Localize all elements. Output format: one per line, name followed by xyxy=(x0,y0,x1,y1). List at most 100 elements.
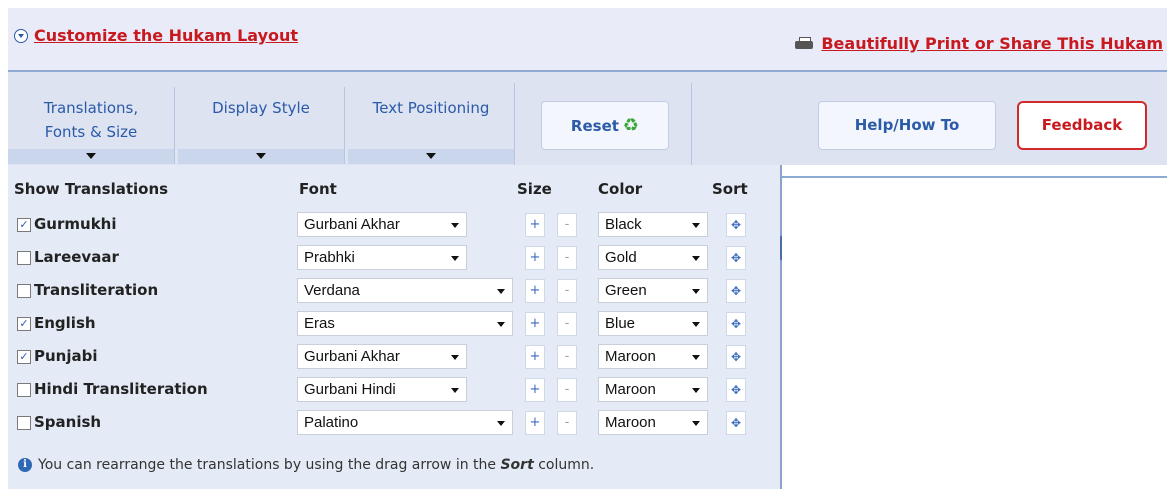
print-share-link[interactable]: Beautifully Print or Share This Hukam xyxy=(795,34,1163,53)
translation-row: ✓ English Eras + - Blue ✥ xyxy=(8,308,780,340)
translation-label: Gurmukhi xyxy=(34,215,117,233)
chevron-down-icon xyxy=(692,355,700,360)
translation-row: ✓ Gurmukhi Gurbani Akhar + - Black ✥ xyxy=(8,209,780,241)
info-emph: Sort xyxy=(500,457,534,473)
font-select[interactable]: Eras xyxy=(297,311,513,336)
sort-drag-handle[interactable]: ✥ xyxy=(726,345,746,369)
top-bar: Customize the Hukam Layout Beautifully P… xyxy=(8,8,1167,70)
size-decrease-button[interactable]: - xyxy=(557,279,577,303)
color-select[interactable]: Black xyxy=(598,212,708,237)
customize-label[interactable]: Customize the Hukam Layout xyxy=(34,26,298,45)
sort-drag-handle[interactable]: ✥ xyxy=(726,246,746,270)
color-select[interactable]: Green xyxy=(598,278,708,303)
sort-drag-handle[interactable]: ✥ xyxy=(726,378,746,402)
chevron-down-icon xyxy=(692,388,700,393)
chevron-down-icon xyxy=(497,289,505,294)
color-select[interactable]: Maroon xyxy=(598,377,708,402)
translation-row: ✓ Punjabi Gurbani Akhar + - Maroon ✥ xyxy=(8,341,780,373)
show-checkbox[interactable] xyxy=(17,284,31,298)
font-select[interactable]: Prabhki xyxy=(297,245,467,270)
color-select[interactable]: Gold xyxy=(598,245,708,270)
tab-display-style[interactable]: Display Style xyxy=(178,87,345,164)
chevron-down-icon xyxy=(692,289,700,294)
font-select[interactable]: Palatino xyxy=(297,410,513,435)
font-select[interactable]: Verdana xyxy=(297,278,513,303)
font-select[interactable]: Gurbani Akhar xyxy=(297,212,467,237)
print-share-label[interactable]: Beautifully Print or Share This Hukam xyxy=(821,34,1163,53)
sort-drag-handle[interactable]: ✥ xyxy=(726,279,746,303)
show-checkbox[interactable] xyxy=(17,251,31,265)
size-increase-button[interactable]: + xyxy=(525,246,545,270)
header-sort: Sort xyxy=(712,180,748,198)
size-decrease-button[interactable]: - xyxy=(557,345,577,369)
font-value: Gurbani Hindi xyxy=(304,381,396,398)
feedback-button[interactable]: Feedback xyxy=(1017,101,1147,150)
color-value: Blue xyxy=(605,315,636,332)
chevron-down-icon[interactable] xyxy=(178,149,344,164)
size-increase-button[interactable]: + xyxy=(525,312,545,336)
show-checkbox[interactable] xyxy=(17,383,31,397)
sort-drag-handle[interactable]: ✥ xyxy=(726,312,746,336)
font-value: Prabhki xyxy=(304,249,355,266)
help-label: Help/How To xyxy=(854,116,960,134)
font-value: Eras xyxy=(304,315,335,332)
color-select[interactable]: Blue xyxy=(598,311,708,336)
translation-row: Spanish Palatino + - Maroon ✥ xyxy=(8,407,780,439)
header-size: Size xyxy=(517,180,552,198)
translation-label: Punjabi xyxy=(34,347,98,365)
translation-row: Lareevaar Prabhki + - Gold ✥ xyxy=(8,242,780,274)
color-select[interactable]: Maroon xyxy=(598,344,708,369)
chevron-down-icon[interactable] xyxy=(348,149,514,164)
sort-drag-handle[interactable]: ✥ xyxy=(726,213,746,237)
translation-label: Hindi Transliteration xyxy=(34,380,208,398)
tab-text-positioning[interactable]: Text Positioning xyxy=(348,87,515,164)
color-value: Maroon xyxy=(605,381,656,398)
size-decrease-button[interactable]: - xyxy=(557,213,577,237)
chevron-down-icon[interactable] xyxy=(8,149,174,164)
color-value: Black xyxy=(605,216,642,233)
sort-drag-handle[interactable]: ✥ xyxy=(726,411,746,435)
show-checkbox[interactable]: ✓ xyxy=(17,218,31,232)
translation-label: Lareevaar xyxy=(34,248,119,266)
chevron-down-icon xyxy=(692,421,700,426)
chevron-down-icon xyxy=(451,256,459,261)
size-decrease-button[interactable]: - xyxy=(557,411,577,435)
expand-circle-icon[interactable] xyxy=(14,28,28,43)
help-button[interactable]: Help/How To xyxy=(818,101,996,150)
printer-icon[interactable] xyxy=(795,36,814,51)
reset-button[interactable]: Reset ♻ xyxy=(541,101,669,150)
show-checkbox[interactable]: ✓ xyxy=(17,350,31,364)
font-select[interactable]: Gurbani Hindi xyxy=(297,377,467,402)
size-decrease-button[interactable]: - xyxy=(557,246,577,270)
chevron-down-icon xyxy=(451,355,459,360)
translation-label: Spanish xyxy=(34,413,102,431)
feedback-label: Feedback xyxy=(1041,116,1123,134)
info-text-end: column. xyxy=(538,457,595,473)
size-increase-button[interactable]: + xyxy=(525,378,545,402)
info-text: You can rearrange the translations by us… xyxy=(38,457,497,473)
font-value: Gurbani Akhar xyxy=(304,216,400,233)
size-increase-button[interactable]: + xyxy=(525,279,545,303)
show-checkbox[interactable]: ✓ xyxy=(17,317,31,331)
color-select[interactable]: Maroon xyxy=(598,410,708,435)
font-value: Gurbani Akhar xyxy=(304,348,400,365)
tab-translations-fonts-size[interactable]: Translations, Fonts & Size xyxy=(8,87,175,164)
size-increase-button[interactable]: + xyxy=(525,213,545,237)
color-value: Maroon xyxy=(605,414,656,431)
size-decrease-button[interactable]: - xyxy=(557,378,577,402)
header-font: Font xyxy=(299,180,337,198)
font-select[interactable]: Gurbani Akhar xyxy=(297,344,467,369)
chevron-down-icon xyxy=(497,322,505,327)
chevron-down-icon xyxy=(692,223,700,228)
chevron-down-icon xyxy=(451,388,459,393)
info-note: i You can rearrange the translations by … xyxy=(18,457,594,473)
show-checkbox[interactable] xyxy=(17,416,31,430)
customize-link[interactable]: Customize the Hukam Layout xyxy=(14,26,298,45)
reset-label: Reset xyxy=(570,117,619,135)
divider xyxy=(782,176,1167,178)
tab-label: Display Style xyxy=(212,99,310,117)
size-increase-button[interactable]: + xyxy=(525,345,545,369)
tab-label: Fonts & Size xyxy=(44,123,138,141)
size-increase-button[interactable]: + xyxy=(525,411,545,435)
size-decrease-button[interactable]: - xyxy=(557,312,577,336)
